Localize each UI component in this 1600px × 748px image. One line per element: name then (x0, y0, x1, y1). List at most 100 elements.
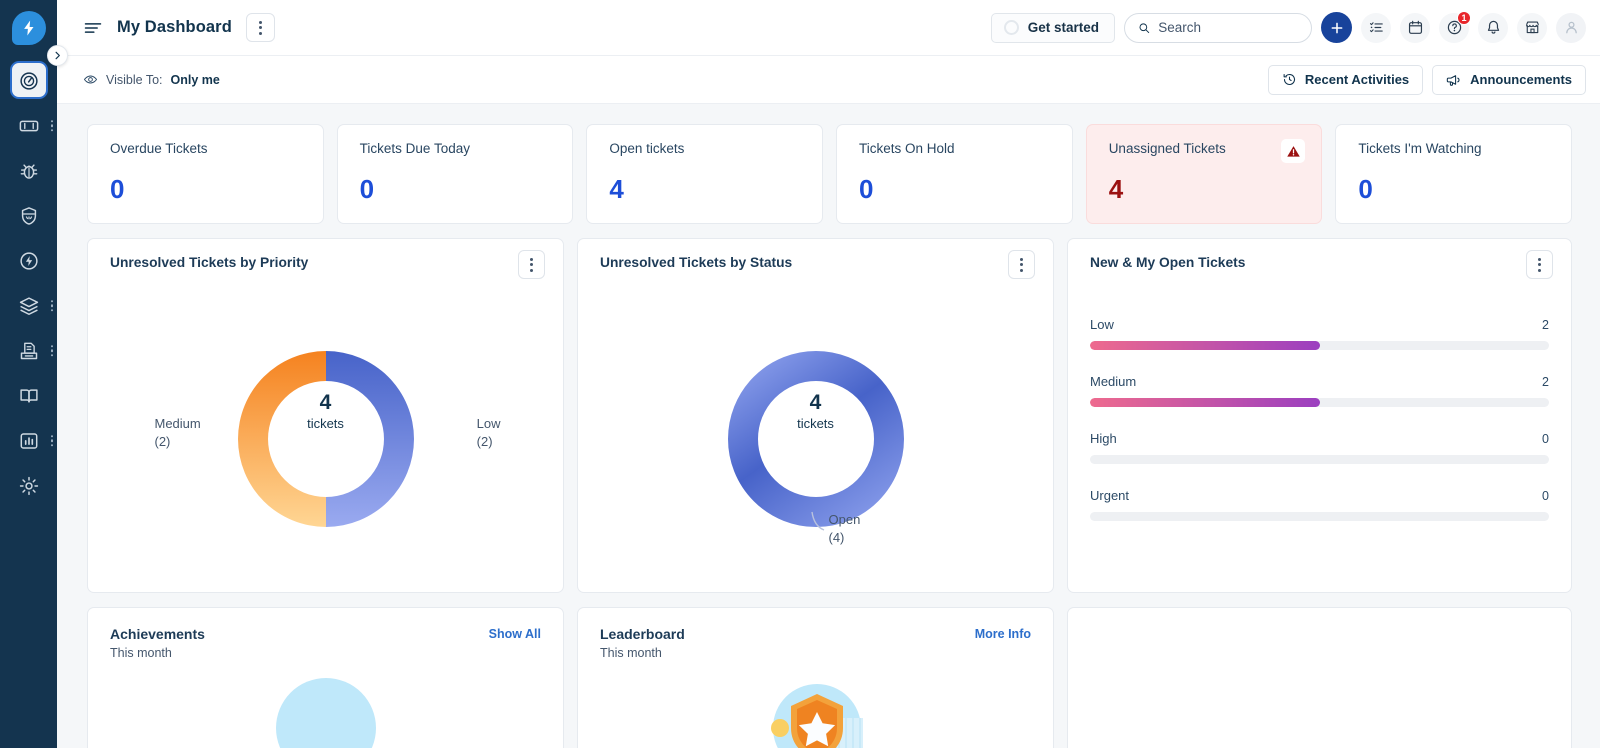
sidebar-item-tickets[interactable] (0, 103, 57, 148)
unresolved-by-status-panel: Unresolved Tickets by Status (577, 238, 1054, 593)
open-tickets-panel-options-button[interactable] (1526, 250, 1553, 279)
priority-label-medium: Medium (2) (155, 415, 201, 450)
recent-activities-label: Recent Activities (1305, 72, 1409, 87)
plus-icon (1329, 20, 1345, 36)
search-input[interactable] (1158, 20, 1298, 35)
sidebar-item-assets[interactable] (0, 283, 57, 328)
lightning-bolt-logo[interactable] (12, 11, 46, 45)
get-started-button[interactable]: Get started (991, 13, 1115, 43)
help-button[interactable]: 1 (1439, 13, 1469, 43)
kpi-title: Overdue Tickets (110, 141, 303, 156)
notifications-button[interactable] (1478, 13, 1508, 43)
bar-chart-icon (18, 430, 40, 452)
status-panel-options-button[interactable] (1008, 250, 1035, 279)
progress-ring-icon (1004, 20, 1019, 35)
get-started-label: Get started (1028, 20, 1099, 35)
archive-icon (18, 340, 40, 362)
recent-activities-button[interactable]: Recent Activities (1268, 65, 1423, 95)
sidebar-item-automation[interactable] (0, 238, 57, 283)
announcements-label: Announcements (1470, 72, 1572, 87)
announcements-button[interactable]: Announcements (1432, 65, 1586, 95)
top-bar-actions: Get started (991, 12, 1586, 43)
progress-track (1090, 398, 1549, 407)
kpi-title: Tickets On Hold (859, 141, 1052, 156)
app-root: My Dashboard Get started (0, 0, 1600, 748)
sidebar-item-more-icon[interactable] (51, 300, 54, 312)
sidebar-item-admin[interactable] (0, 463, 57, 508)
help-badge: 1 (1457, 11, 1471, 25)
sidebar-item-dashboard[interactable] (0, 58, 57, 103)
sidebar-item-changes[interactable] (0, 328, 57, 373)
panel-title: Unresolved Tickets by Priority (110, 255, 308, 270)
priority-count: 0 (1542, 489, 1549, 503)
sidebar-item-shield[interactable] (0, 193, 57, 238)
top-bar: My Dashboard Get started (57, 0, 1600, 56)
kpi-value: 0 (110, 174, 303, 205)
dashboard-options-button[interactable] (246, 13, 275, 42)
bolt-circle-icon (18, 250, 40, 272)
kpi-card[interactable]: Open tickets 4 (586, 124, 823, 224)
priority-progress-row: Urgent 0 (1090, 488, 1549, 521)
more-vertical-icon (1538, 258, 1541, 272)
kpi-card[interactable]: Tickets I'm Watching 0 (1335, 124, 1572, 224)
main-area: My Dashboard Get started (57, 0, 1600, 748)
bottom-card-row: Achievements This month Show All Leaderb… (87, 607, 1572, 748)
priority-panel-options-button[interactable] (518, 250, 545, 279)
kpi-card[interactable]: Tickets Due Today0 (337, 124, 574, 224)
sub-bar-actions: Recent Activities Announcements (1268, 65, 1586, 95)
search-box[interactable] (1124, 13, 1312, 43)
sidebar-item-knowledge[interactable] (0, 373, 57, 418)
kpi-value: 0 (859, 174, 1052, 205)
kpi-card[interactable]: Tickets On Hold 0 (836, 124, 1073, 224)
add-button[interactable] (1321, 12, 1352, 43)
sidebar-item-bugs[interactable] (0, 148, 57, 193)
more-vertical-icon (259, 21, 262, 35)
profile-button[interactable] (1556, 13, 1586, 43)
priority-count: 0 (1542, 432, 1549, 446)
priority-name: Low (1090, 317, 1114, 332)
priority-count: 2 (1542, 318, 1549, 332)
kpi-value: 0 (1358, 174, 1551, 205)
priority-progress-row: Low 2 (1090, 317, 1549, 350)
shield-icon (18, 205, 40, 227)
tasks-button[interactable] (1361, 13, 1391, 43)
hamburger-icon[interactable] (83, 18, 103, 38)
bug-icon (18, 160, 40, 182)
calendar-button[interactable] (1400, 13, 1430, 43)
kpi-title: Open tickets (609, 141, 802, 156)
sidebar-item-more-icon[interactable] (51, 435, 54, 447)
kpi-value: 4 (1109, 174, 1302, 205)
achievements-show-all-link[interactable]: Show All (489, 627, 541, 641)
gauge-icon (18, 70, 40, 92)
new-and-my-open-tickets-panel: New & My Open Tickets Low2Medium2High0Ur… (1067, 238, 1572, 593)
checklist-icon (1368, 19, 1385, 36)
panel-title: Unresolved Tickets by Status (600, 255, 792, 270)
progress-track (1090, 512, 1549, 521)
sidebar-item-more-icon[interactable] (51, 345, 54, 357)
achievements-title: Achievements (110, 626, 205, 642)
kpi-title: Tickets I'm Watching (1358, 141, 1551, 156)
kpi-value: 4 (609, 174, 802, 205)
extra-card (1067, 607, 1572, 748)
leaderboard-more-info-link[interactable]: More Info (975, 627, 1031, 641)
kpi-card[interactable]: Unassigned Tickets4 (1086, 124, 1323, 224)
progress-fill (1090, 341, 1320, 350)
visibility-value: Only me (171, 73, 220, 87)
chevron-right-icon[interactable] (47, 45, 68, 66)
achievements-card: Achievements This month Show All (87, 607, 564, 748)
priority-progress-row: High0 (1090, 431, 1549, 464)
priority-name: Urgent (1090, 488, 1129, 503)
sidebar-item-analytics[interactable] (0, 418, 57, 463)
sidebar-item-more-icon[interactable] (51, 120, 54, 132)
unresolved-by-priority-panel: Unresolved Tickets by Priority (87, 238, 564, 593)
achievement-illustration (276, 678, 376, 748)
kpi-card[interactable]: Overdue Tickets 0 (87, 124, 324, 224)
store-icon (1524, 19, 1541, 36)
ticket-icon (18, 115, 40, 137)
progress-track (1090, 455, 1549, 464)
search-icon (1138, 21, 1150, 35)
marketplace-button[interactable] (1517, 13, 1547, 43)
page-title: My Dashboard (117, 18, 232, 37)
bell-icon (1485, 19, 1502, 36)
leaderboard-subtitle: This month (600, 646, 662, 660)
